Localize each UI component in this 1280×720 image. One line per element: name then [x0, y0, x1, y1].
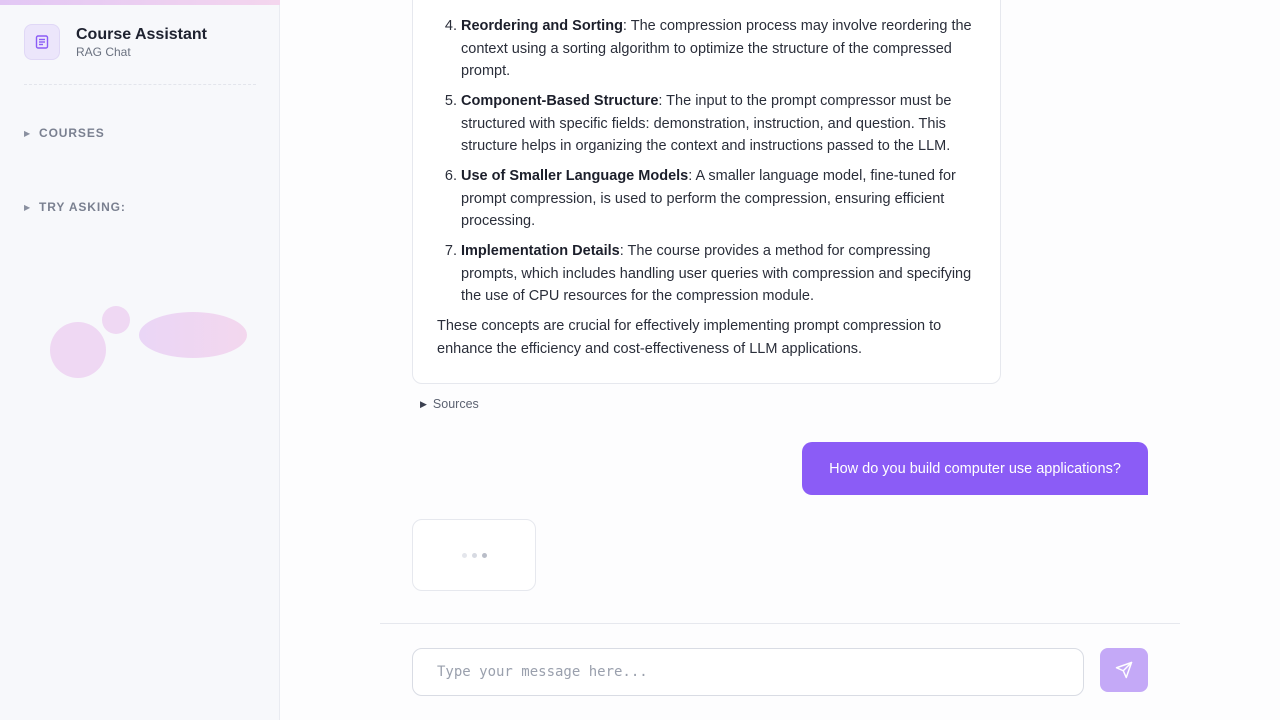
loading-dot	[471, 552, 477, 558]
courses-section-toggle[interactable]: ▶ COURSES	[24, 126, 105, 140]
list-item: Use of Smaller Language Models: A smalle…	[461, 165, 977, 233]
answer-list: Reordering and Sorting: The compression …	[437, 15, 977, 315]
send-button[interactable]	[1100, 648, 1148, 692]
list-item: Implementation Details: The course provi…	[461, 240, 977, 308]
item-title: Reordering and Sorting	[461, 18, 623, 34]
sources-toggle[interactable]: ▶ Sources	[420, 397, 479, 411]
sidebar-accent-bar	[0, 0, 280, 5]
assistant-message: Reordering and Sorting: The compression …	[412, 0, 1001, 384]
app-subtitle: RAG Chat	[76, 45, 131, 59]
divider	[24, 84, 256, 85]
try-asking-section-toggle[interactable]: ▶ TRY ASKING:	[24, 200, 126, 214]
loading-dot	[481, 552, 487, 558]
caret-right-icon: ▶	[24, 128, 31, 138]
section-label: TRY ASKING:	[39, 200, 126, 214]
sidebar: Course Assistant RAG Chat ▶ COURSES ▶ TR…	[0, 0, 280, 720]
item-title: Implementation Details	[461, 243, 620, 259]
answer-conclusion: These concepts are crucial for effective…	[437, 318, 942, 357]
chat-area: Reordering and Sorting: The compression …	[280, 0, 1280, 720]
loading-indicator	[412, 519, 536, 591]
sources-label: Sources	[432, 397, 479, 411]
user-message: How do you build computer use applicatio…	[802, 442, 1148, 495]
decorative-blob	[102, 306, 130, 334]
item-title: Component-Based Structure	[461, 93, 659, 109]
list-item: Component-Based Structure: The input to …	[461, 90, 977, 158]
decorative-blob	[139, 312, 247, 358]
section-label: COURSES	[39, 126, 105, 140]
caret-right-icon: ▶	[420, 398, 427, 409]
item-title: Use of Smaller Language Models	[461, 168, 689, 184]
composer-divider	[380, 623, 1180, 624]
app-title: Course Assistant	[76, 26, 207, 43]
list-item: Reordering and Sorting: The compression …	[461, 15, 977, 83]
loading-dot	[461, 552, 467, 558]
send-icon	[1115, 661, 1133, 679]
message-input[interactable]	[412, 648, 1084, 696]
caret-right-icon: ▶	[24, 202, 31, 212]
document-icon	[24, 24, 60, 60]
brand: Course Assistant RAG Chat	[24, 24, 207, 60]
decorative-blob	[50, 322, 106, 378]
